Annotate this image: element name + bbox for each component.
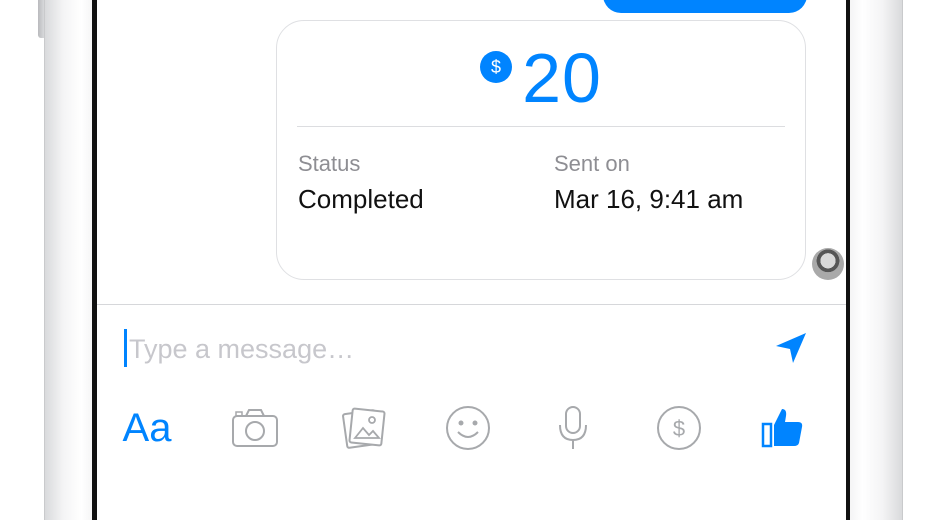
send-icon — [776, 333, 806, 363]
composer-divider — [97, 304, 846, 305]
screen-edge-right — [846, 0, 850, 520]
sender-avatar[interactable] — [812, 248, 844, 280]
photo-icon — [342, 407, 386, 449]
payment-button[interactable]: $ — [649, 400, 709, 456]
previous-message-bubble[interactable] — [603, 0, 807, 13]
microphone-icon — [559, 406, 587, 449]
camera-button[interactable] — [225, 400, 285, 456]
status-value: Completed — [298, 184, 424, 214]
sent-on-value: Mar 16, 9:41 am — [554, 184, 744, 214]
card-divider — [297, 126, 785, 127]
emoji-icon — [446, 406, 490, 450]
status-label: Status — [298, 151, 361, 176]
sent-on-label: Sent on — [554, 151, 630, 176]
bezel-right — [846, 0, 903, 520]
payment-card[interactable]: $ 20 Status Completed Sent on Mar 16, 9:… — [276, 20, 806, 280]
composer-toolbar: Aa $ — [97, 400, 846, 456]
payment-amount-row: $ 20 — [277, 43, 805, 113]
microphone-button[interactable] — [543, 400, 603, 456]
camera-icon — [232, 409, 278, 447]
payment-amount: 20 — [522, 39, 602, 117]
photo-button[interactable] — [334, 400, 394, 456]
payment-icon: $ — [657, 406, 701, 450]
emoji-button[interactable] — [438, 400, 498, 456]
dollar-icon: $ — [480, 51, 513, 83]
like-button[interactable] — [753, 400, 813, 456]
bezel-left — [44, 0, 97, 520]
text-format-button[interactable]: Aa — [117, 400, 177, 456]
svg-text:$: $ — [673, 416, 685, 441]
like-icon — [761, 409, 803, 448]
messenger-screen: $ 20 Status Completed Sent on Mar 16, 9:… — [97, 0, 846, 520]
phone-frame: $ 20 Status Completed Sent on Mar 16, 9:… — [0, 0, 946, 520]
send-button[interactable] — [771, 328, 811, 368]
message-input[interactable] — [129, 330, 729, 368]
text-cursor — [124, 329, 127, 367]
